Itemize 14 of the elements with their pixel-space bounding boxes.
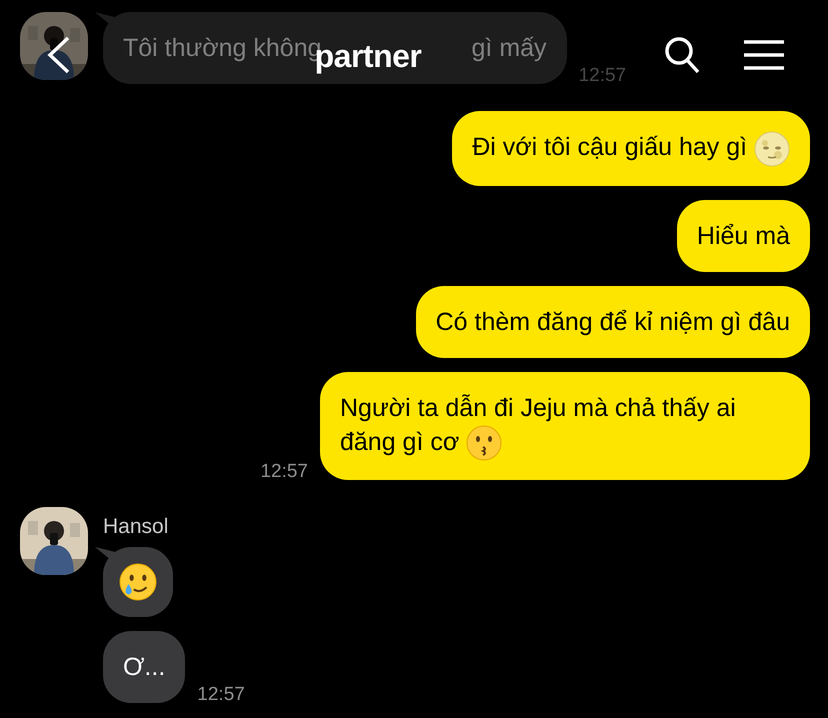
message-bubble: Có thèm đăng để kỉ niệm gì đâu bbox=[416, 286, 810, 358]
sender-name: Hansol bbox=[103, 515, 168, 539]
message-bubble: Đi với tôi cậu giấu hay gì bbox=[452, 111, 810, 186]
moon-face-icon bbox=[754, 130, 790, 167]
message-time: 12:57 bbox=[260, 461, 308, 483]
message-bubble: Ơ... bbox=[103, 631, 186, 703]
menu-button[interactable] bbox=[744, 40, 784, 72]
message-time: 12:57 bbox=[578, 65, 626, 88]
teary-smile-icon bbox=[119, 563, 157, 601]
message-time: 12:57 bbox=[197, 684, 245, 706]
message-bubble: Hiểu mà bbox=[676, 200, 810, 272]
message-bubble: Người ta dẫn đi Jeju mà chả thấy ai đăng gì cơ bbox=[320, 372, 810, 480]
kissing-face-icon bbox=[466, 425, 502, 461]
message-text: gì mấy bbox=[472, 34, 547, 62]
